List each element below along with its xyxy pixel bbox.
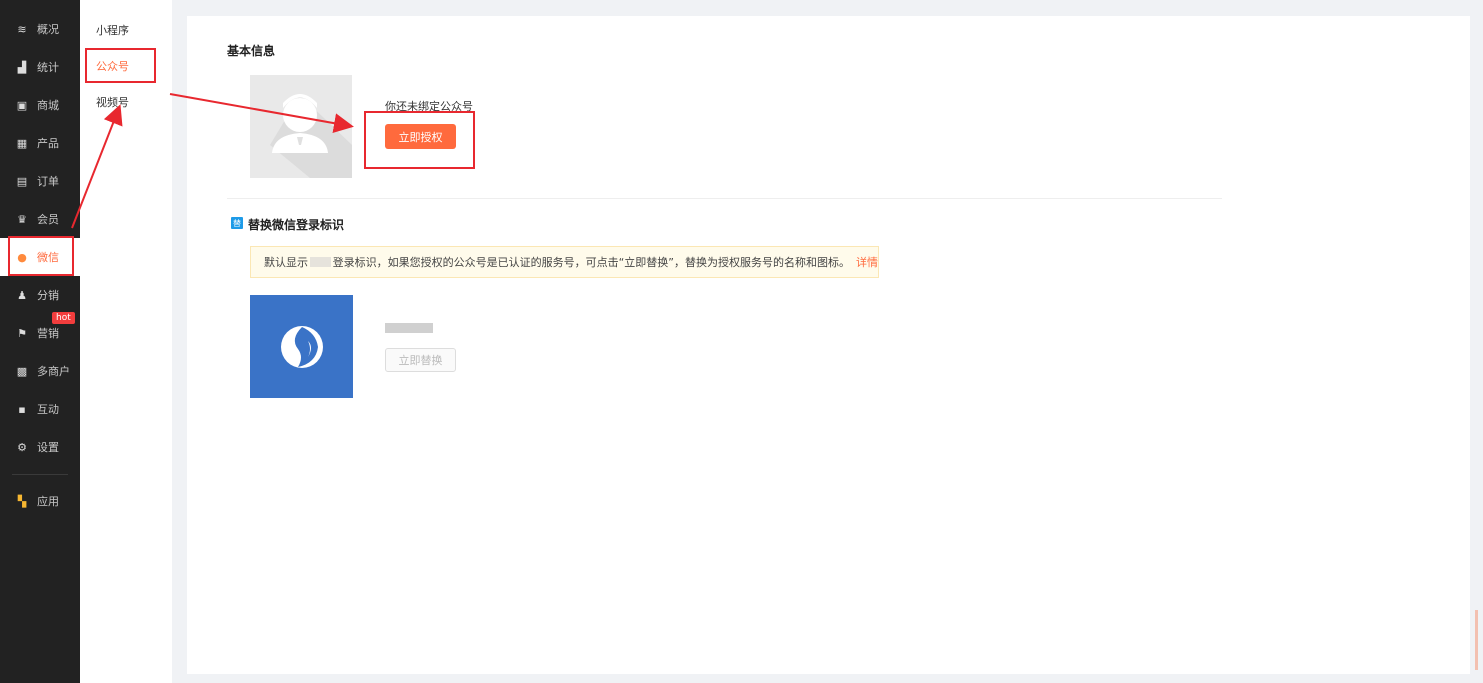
redacted-account-name [385,323,433,333]
section-divider [227,198,1222,199]
nav-item-label: 设置 [37,441,59,454]
annotation-box-wechat [8,236,74,276]
info-notice: 默认显示 登录标识，如果您授权的公众号是已认证的服务号，可点击“立即替换”，替换… [250,246,879,278]
main-nav: ≋ 概况 ▟ 统计 ▣ 商城 ▦ 产品 ▤ 订单 ♛ 会员 ● 微信 ♟ 分销 ⚑ 营销 hot … [0,0,80,683]
nav-item-label: 会员 [37,213,59,226]
gear-icon: ⚙ [17,440,27,454]
store-icon: ▩ [16,364,28,378]
nav-item-label: 产品 [37,137,59,150]
replace-button[interactable]: 立即替换 [385,348,456,372]
flag-icon: ⚑ [17,326,27,340]
grid-icon: ▦ [16,136,28,150]
subnav-item-miniprogram[interactable]: 小程序 [96,22,129,38]
account-logo [250,295,353,398]
nav-divider [12,474,68,475]
nav-item-products[interactable]: ▦ 产品 [0,124,80,162]
nav-item-label: 概况 [37,23,59,36]
scrollbar-indicator[interactable] [1475,610,1478,670]
nav-item-label: 商城 [37,99,59,112]
notice-text: 登录标识，如果您授权的公众号是已认证的服务号，可点击“立即替换”，替换为授权服务… [332,256,850,269]
crown-icon: ♛ [17,212,27,226]
replace-badge-icon: 替 [231,217,243,229]
nav-item-label: 多商户 [37,365,70,378]
shop-icon: ▣ [16,98,28,112]
nav-item-apps[interactable]: ▚ 应用 [0,482,80,520]
nav-item-label: 互动 [37,403,59,416]
nav-item-label: 订单 [37,175,59,188]
layers-icon: ≋ [17,22,27,36]
users-icon: ♟ [17,288,27,302]
person-silhouette-icon [270,94,352,178]
nav-item-members[interactable]: ♛ 会员 [0,200,80,238]
nav-item-stats[interactable]: ▟ 统计 [0,48,80,86]
wechat-subnav: 小程序 公众号 视频号 [80,0,172,683]
annotation-box-official-account [85,48,156,83]
hot-badge: hot [52,312,75,324]
app-grid-icon: ▚ [17,494,27,508]
nav-item-interaction[interactable]: ▪ 互动 [0,390,80,428]
nav-item-settings[interactable]: ⚙ 设置 [0,428,80,466]
nav-item-orders[interactable]: ▤ 订单 [0,162,80,200]
nav-item-multi-merchant[interactable]: ▩ 多商户 [0,352,80,390]
redacted-name [310,257,331,267]
chart-icon: ▟ [17,60,27,74]
brand-logo-icon [280,325,323,368]
apps-icon: ▪ [18,402,26,416]
annotation-box-authorize [364,111,475,169]
nav-item-distribution[interactable]: ♟ 分销 [0,276,80,314]
notice-prefix: 默认显示 [264,256,308,269]
nav-item-label: 统计 [37,61,59,74]
nav-item-label: 营销 [37,327,59,340]
default-avatar-image [250,75,352,178]
details-link[interactable]: 详情 [856,254,878,270]
replace-login-title: 替换微信登录标识 [248,218,345,232]
nav-item-label: 分销 [37,289,59,302]
basic-info-title: 基本信息 [227,44,276,58]
nav-item-overview[interactable]: ≋ 概况 [0,10,80,48]
nav-item-shop[interactable]: ▣ 商城 [0,86,80,124]
subnav-item-channels[interactable]: 视频号 [96,94,129,110]
nav-item-label: 应用 [37,495,59,508]
clipboard-icon: ▤ [16,174,28,188]
